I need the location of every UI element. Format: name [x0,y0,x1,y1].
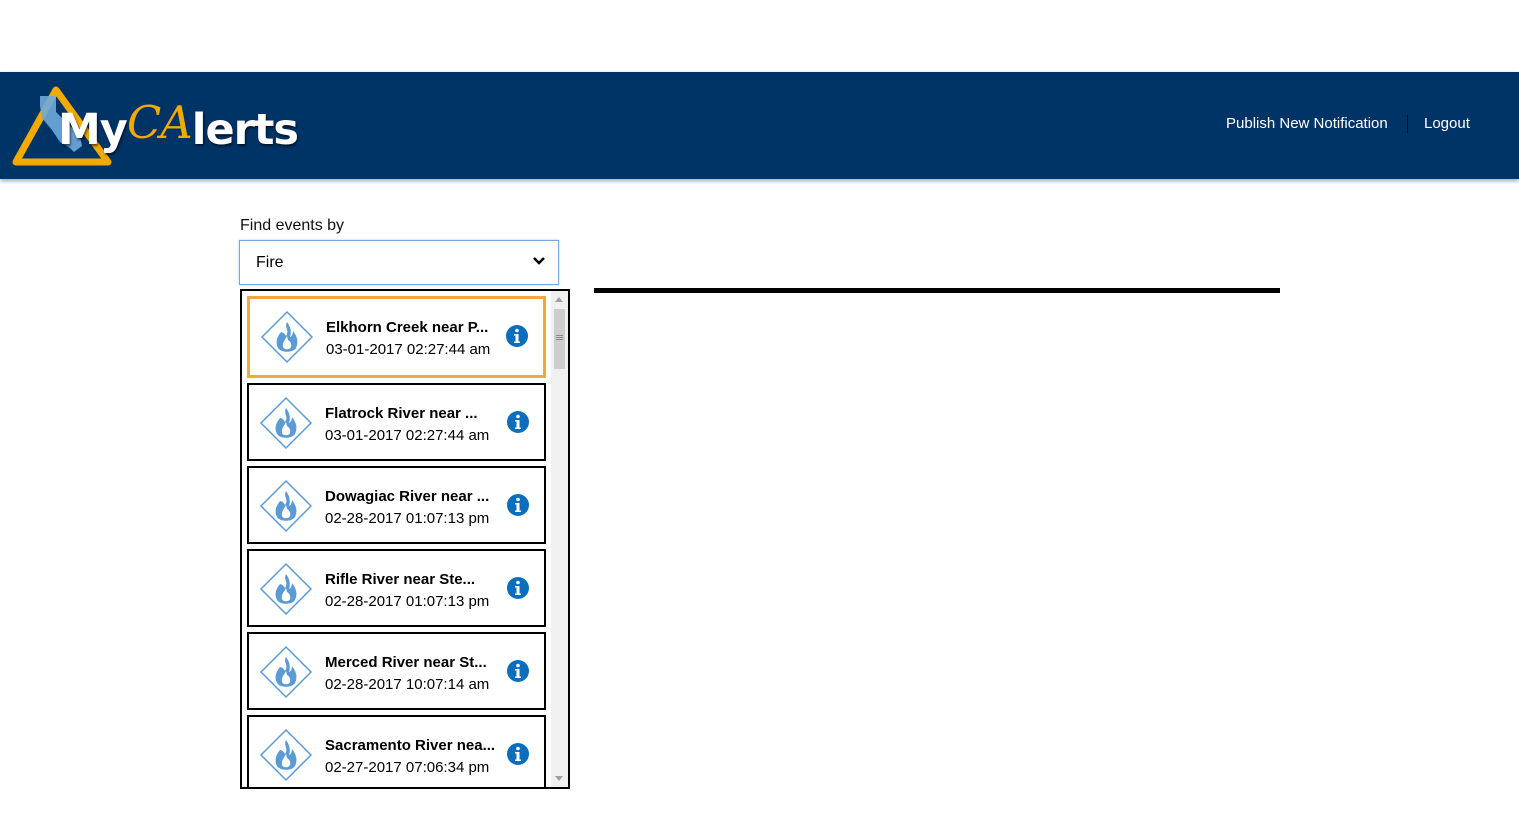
event-timestamp: 02-28-2017 01:07:13 pm [325,510,490,527]
event-card-4[interactable]: Rifle River near Ste... 02-28-2017 01:07… [247,549,546,627]
event-card-3[interactable]: Dowagiac River near ... 02-28-2017 01:07… [247,466,546,544]
info-icon[interactable] [506,659,530,683]
event-type-select[interactable]: Fire [239,240,559,285]
logout-link[interactable]: Logout [1424,115,1470,132]
event-card-5[interactable]: Merced River near St... 02-28-2017 10:07… [247,632,546,710]
event-timestamp: 03-01-2017 02:27:44 am [325,427,490,444]
event-timestamp: 02-28-2017 01:07:13 pm [325,593,490,610]
event-type-selected-value: Fire [256,254,284,271]
event-title: Elkhorn Creek near P... [326,319,489,336]
logo-lerts: lerts [191,105,299,155]
info-icon[interactable] [505,324,529,348]
info-icon[interactable] [506,742,530,766]
scroll-up-arrow-icon[interactable] [555,297,563,302]
event-timestamp: 03-01-2017 02:27:44 am [326,341,491,358]
event-list[interactable]: Elkhorn Creek near P... 03-01-2017 02:27… [240,289,570,789]
event-title: Rifle River near Ste... [325,571,476,588]
fire-icon [259,396,313,450]
logo-my: My [58,105,128,155]
info-icon[interactable] [506,493,530,517]
fire-icon [260,310,314,364]
publish-new-notification-link[interactable]: Publish New Notification [1226,115,1388,132]
event-timestamp: 02-28-2017 10:07:14 am [325,676,490,693]
fire-icon [259,479,313,533]
event-title: Sacramento River nea... [325,737,496,754]
fire-icon [259,562,313,616]
event-card-1[interactable]: Elkhorn Creek near P... 03-01-2017 02:27… [247,296,546,378]
find-events-label: Find events by [240,217,345,234]
mycalerts-logo[interactable]: MyCAlerts [12,84,299,168]
scroll-grip-icon [556,335,563,336]
fire-icon [259,728,313,782]
info-icon[interactable] [506,410,530,434]
event-card-2[interactable]: Flatrock River near ... 03-01-2017 02:27… [247,383,546,461]
event-title: Merced River near St... [325,654,487,671]
event-list-scrollbar[interactable] [551,291,568,787]
chevron-down-icon [533,257,545,265]
logo-ca: CA [126,96,193,149]
event-title: Dowagiac River near ... [325,488,490,505]
logo-wordmark: MyCAlerts [58,100,299,155]
header-bar: MyCAlerts Publish New Notification Logou… [0,72,1519,179]
fire-icon [259,645,313,699]
event-card-6[interactable]: Sacramento River nea... 02-27-2017 07:06… [247,715,546,787]
event-timestamp: 02-27-2017 07:06:34 pm [325,759,490,776]
nav-divider [1407,115,1408,133]
event-title: Flatrock River near ... [325,405,478,422]
scroll-thumb[interactable] [554,309,565,369]
scroll-down-arrow-icon[interactable] [555,776,563,781]
content-divider [594,288,1280,293]
info-icon[interactable] [506,576,530,600]
